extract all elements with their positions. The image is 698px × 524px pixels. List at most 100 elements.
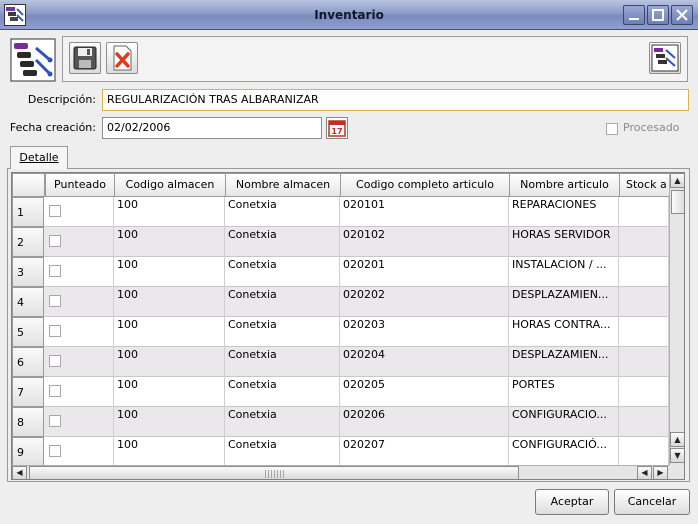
- cell-nombre-articulo[interactable]: DESPLAZAMIEN...: [509, 287, 619, 317]
- punteado-checkbox[interactable]: [49, 325, 61, 337]
- cell-codigo-almacen[interactable]: 100: [114, 257, 225, 287]
- row-number[interactable]: 9: [12, 437, 44, 467]
- cell-nombre-articulo[interactable]: INSTALACION / ...: [509, 257, 619, 287]
- row-number[interactable]: 2: [12, 227, 44, 257]
- row-number[interactable]: 8: [12, 407, 44, 437]
- cell-nombre-articulo[interactable]: CONFIGURACIO...: [509, 407, 619, 437]
- cancelar-button[interactable]: Cancelar: [614, 489, 690, 515]
- cell-codigo-articulo[interactable]: 020201: [340, 257, 509, 287]
- row-number[interactable]: 4: [12, 287, 44, 317]
- row-number[interactable]: 3: [12, 257, 44, 287]
- descripcion-field[interactable]: REGULARIZACIÓN TRAS ALBARANIZAR: [102, 89, 689, 111]
- cell-nombre-articulo[interactable]: DESPLAZAMIEN...: [509, 347, 619, 377]
- table-row[interactable]: 9 100 Conetxia 020207 CONFIGURACIÓ...: [12, 437, 669, 467]
- punteado-checkbox[interactable]: [49, 415, 61, 427]
- punteado-checkbox[interactable]: [49, 385, 61, 397]
- cell-nombre-almacen[interactable]: Conetxia: [225, 197, 340, 227]
- row-number[interactable]: 7: [12, 377, 44, 407]
- scroll-right-button[interactable]: ▶: [653, 466, 668, 479]
- cell-codigo-articulo[interactable]: 020207: [340, 437, 509, 467]
- cell-nombre-almacen[interactable]: Conetxia: [225, 227, 340, 257]
- punteado-checkbox[interactable]: [49, 295, 61, 307]
- cell-stock[interactable]: [619, 227, 669, 257]
- column-header-stock[interactable]: Stock a: [619, 173, 671, 197]
- scroll-left-button-end[interactable]: ◀: [637, 466, 652, 479]
- table-row[interactable]: 8 100 Conetxia 020206 CONFIGURACIO...: [12, 407, 669, 437]
- cell-codigo-articulo[interactable]: 020204: [340, 347, 509, 377]
- punteado-checkbox[interactable]: [49, 355, 61, 367]
- cell-codigo-articulo[interactable]: 020206: [340, 407, 509, 437]
- save-button[interactable]: [69, 42, 101, 74]
- horizontal-scroll-thumb[interactable]: [29, 466, 519, 479]
- cell-codigo-almacen[interactable]: 100: [114, 227, 225, 257]
- table-row[interactable]: 6 100 Conetxia 020204 DESPLAZAMIEN...: [12, 347, 669, 377]
- scroll-down-button[interactable]: ▼: [670, 448, 684, 463]
- table-row[interactable]: 2 100 Conetxia 020102 HORAS SERVIDOR: [12, 227, 669, 257]
- column-header-codigo-almacen[interactable]: Codigo almacen: [114, 173, 226, 197]
- tab-detalle[interactable]: Detalle: [10, 146, 68, 169]
- row-number[interactable]: 1: [12, 197, 44, 227]
- cell-codigo-almacen[interactable]: 100: [114, 407, 225, 437]
- cell-nombre-almacen[interactable]: Conetxia: [225, 377, 340, 407]
- table-row[interactable]: 4 100 Conetxia 020202 DESPLAZAMIEN...: [12, 287, 669, 317]
- scroll-up-button-bottom[interactable]: ▲: [670, 432, 684, 447]
- aceptar-button[interactable]: Aceptar: [535, 489, 609, 515]
- punteado-checkbox[interactable]: [49, 445, 61, 457]
- cell-nombre-almacen[interactable]: Conetxia: [225, 347, 340, 377]
- vertical-scroll-thumb[interactable]: [671, 190, 684, 214]
- cell-codigo-almacen[interactable]: 100: [114, 437, 225, 467]
- vertical-scrollbar[interactable]: ▲ ▲ ▼: [669, 173, 684, 465]
- cell-codigo-articulo[interactable]: 020202: [340, 287, 509, 317]
- punteado-checkbox[interactable]: [49, 265, 61, 277]
- app-small-button[interactable]: [649, 42, 681, 74]
- cell-codigo-almacen[interactable]: 100: [114, 317, 225, 347]
- cell-nombre-almacen[interactable]: Conetxia: [225, 317, 340, 347]
- cell-codigo-almacen[interactable]: 100: [114, 347, 225, 377]
- punteado-checkbox[interactable]: [49, 205, 61, 217]
- cell-codigo-almacen[interactable]: 100: [114, 377, 225, 407]
- cell-stock[interactable]: [619, 197, 669, 227]
- scroll-left-button[interactable]: ◀: [12, 466, 27, 479]
- cell-nombre-articulo[interactable]: REPARACIONES: [509, 197, 619, 227]
- horizontal-scrollbar[interactable]: ◀ ◀ ▶: [12, 465, 669, 479]
- cell-codigo-articulo[interactable]: 020205: [340, 377, 509, 407]
- cell-codigo-almacen[interactable]: 100: [114, 287, 225, 317]
- punteado-checkbox[interactable]: [49, 235, 61, 247]
- cell-stock[interactable]: [619, 287, 669, 317]
- column-header-punteado[interactable]: Punteado: [45, 173, 115, 197]
- column-header-codigo-articulo[interactable]: Codigo completo articulo: [340, 173, 510, 197]
- cell-nombre-almacen[interactable]: Conetxia: [225, 437, 340, 467]
- scroll-up-button[interactable]: ▲: [670, 173, 684, 188]
- cell-stock[interactable]: [619, 377, 669, 407]
- cell-stock[interactable]: [619, 347, 669, 377]
- cell-nombre-articulo[interactable]: CONFIGURACIÓ...: [509, 437, 619, 467]
- cell-codigo-articulo[interactable]: 020101: [340, 197, 509, 227]
- fecha-creacion-field[interactable]: 02/02/2006: [102, 117, 322, 139]
- column-header-nombre-articulo[interactable]: Nombre articulo: [509, 173, 620, 197]
- cell-stock[interactable]: [619, 407, 669, 437]
- delete-button[interactable]: [106, 42, 138, 74]
- cell-stock[interactable]: [619, 317, 669, 347]
- close-button[interactable]: [671, 5, 693, 25]
- row-number[interactable]: 5: [12, 317, 44, 347]
- cell-nombre-articulo[interactable]: HORAS CONTRA...: [509, 317, 619, 347]
- row-number[interactable]: 6: [12, 347, 44, 377]
- column-header-nombre-almacen[interactable]: Nombre almacen: [225, 173, 341, 197]
- cell-nombre-almacen[interactable]: Conetxia: [225, 287, 340, 317]
- maximize-button[interactable]: [647, 5, 669, 25]
- table-row[interactable]: 7 100 Conetxia 020205 PORTES: [12, 377, 669, 407]
- cell-stock[interactable]: [619, 257, 669, 287]
- procesado-checkbox[interactable]: [606, 123, 618, 135]
- calendar-button[interactable]: 17: [326, 117, 348, 139]
- table-row[interactable]: 5 100 Conetxia 020203 HORAS CONTRA...: [12, 317, 669, 347]
- table-row[interactable]: 1 100 Conetxia 020101 REPARACIONES: [12, 197, 669, 227]
- cell-nombre-articulo[interactable]: PORTES: [509, 377, 619, 407]
- cell-codigo-articulo[interactable]: 020203: [340, 317, 509, 347]
- cell-stock[interactable]: [619, 437, 669, 467]
- cell-nombre-almacen[interactable]: Conetxia: [225, 407, 340, 437]
- cell-nombre-almacen[interactable]: Conetxia: [225, 257, 340, 287]
- cell-nombre-articulo[interactable]: HORAS SERVIDOR: [509, 227, 619, 257]
- cell-codigo-articulo[interactable]: 020102: [340, 227, 509, 257]
- table-row[interactable]: 3 100 Conetxia 020201 INSTALACION / ...: [12, 257, 669, 287]
- cell-codigo-almacen[interactable]: 100: [114, 197, 225, 227]
